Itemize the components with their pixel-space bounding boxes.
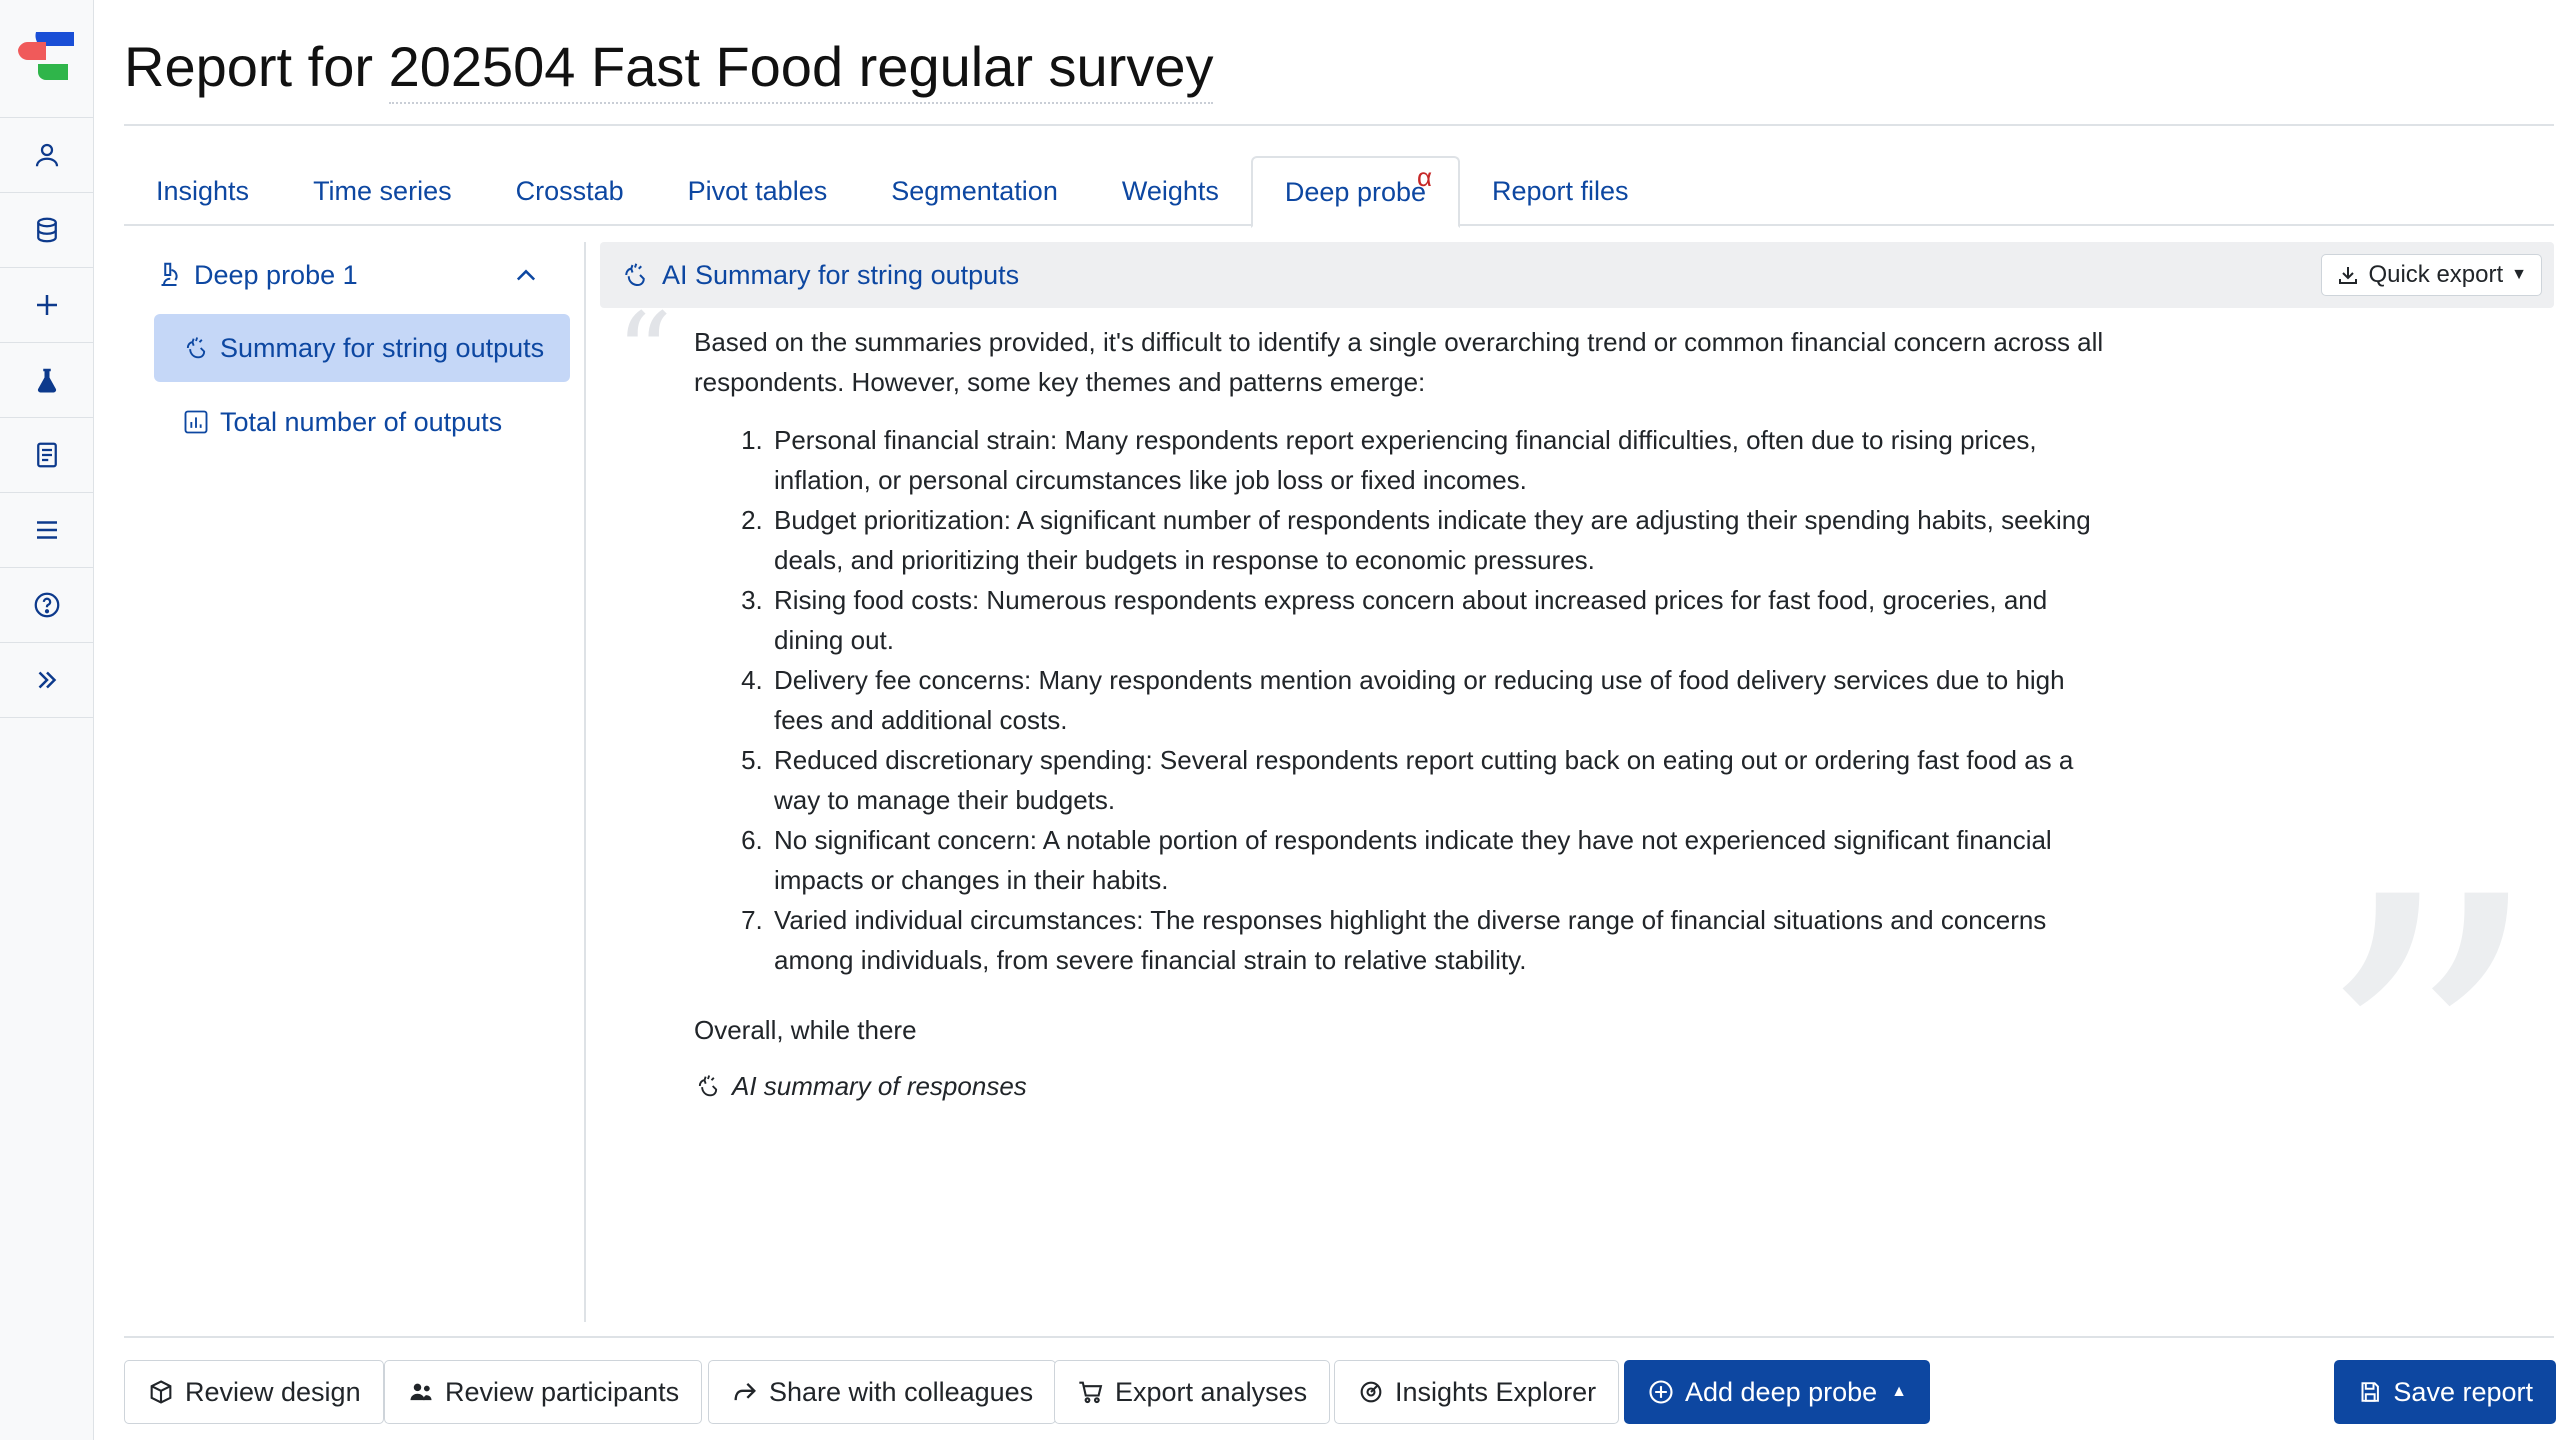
tab-time-series[interactable]: Time series <box>281 156 484 226</box>
tree-item-total-outputs[interactable]: Total number of outputs <box>154 388 570 456</box>
share-arrow-icon <box>734 1383 756 1401</box>
menu-icon <box>36 521 57 539</box>
expand-icon <box>38 671 56 689</box>
tab-bar: Insights Time series Crosstab Pivot tabl… <box>124 156 2554 228</box>
rail-profile[interactable] <box>0 118 93 193</box>
tab-weights[interactable]: Weights <box>1090 156 1251 226</box>
book-icon <box>36 442 57 468</box>
list-item: Personal financial strain: Many responde… <box>770 420 2114 500</box>
summary-signature: AI summary of responses <box>694 1066 2114 1106</box>
list-item: Reduced discretionary spending: Several … <box>770 740 2114 820</box>
caret-up-icon: ▲ <box>1891 1383 1908 1400</box>
review-design-button[interactable]: Review design <box>124 1360 384 1424</box>
save-report-button[interactable]: Save report <box>2334 1360 2556 1424</box>
tab-pivot-tables[interactable]: Pivot tables <box>656 156 860 226</box>
rail-data[interactable] <box>0 193 93 268</box>
rail-expand[interactable] <box>0 643 93 718</box>
deep-probe-tree: Deep probe 1 Summary for string outputs … <box>124 242 586 1322</box>
tab-deep-probe[interactable]: Deep probe α <box>1250 156 1460 228</box>
flask-icon <box>37 368 56 393</box>
rail-menu[interactable] <box>0 493 93 568</box>
title-prefix: Report for <box>124 35 373 98</box>
card-title: AI Summary for string outputs <box>662 259 1020 290</box>
box-icon <box>150 1380 172 1404</box>
tab-report-files[interactable]: Report files <box>1460 156 1661 226</box>
ai-hand-icon <box>625 263 645 287</box>
list-item: Varied individual circumstances: The res… <box>770 900 2114 980</box>
left-rail <box>0 0 94 1440</box>
summary-points: Personal financial strain: Many responde… <box>694 420 2114 980</box>
review-participants-button[interactable]: Review participants <box>384 1360 703 1424</box>
footer-divider <box>124 1336 2554 1338</box>
survey-name[interactable]: 202504 Fast Food regular survey <box>388 35 1214 104</box>
help-icon <box>34 592 59 618</box>
rail-docs[interactable] <box>0 418 93 493</box>
ai-hand-icon <box>186 337 206 359</box>
list-item: No significant concern: A notable portio… <box>770 820 2114 900</box>
bar-chart-icon <box>184 410 208 434</box>
summary-overall: Overall, while there <box>694 1015 917 1045</box>
summary-intro: Based on the summaries provided, it's di… <box>694 327 2104 397</box>
tab-crosstab[interactable]: Crosstab <box>484 156 656 226</box>
logo-icon <box>18 32 74 80</box>
tree-item-summary[interactable]: Summary for string outputs <box>154 314 570 382</box>
database-icon <box>36 217 57 243</box>
list-item: Delivery fee concerns: Many respondents … <box>770 660 2114 740</box>
close-quote-decoration: ” <box>2310 802 2546 1337</box>
save-icon <box>2361 1382 2379 1402</box>
people-icon <box>410 1383 432 1401</box>
rail-lab[interactable] <box>0 343 93 418</box>
page-title: Report for 202504 Fast Food regular surv… <box>124 34 1214 104</box>
chevron-up-icon[interactable] <box>512 262 540 290</box>
rail-add[interactable] <box>0 268 93 343</box>
quick-export-button[interactable]: Quick export ▼ <box>2321 254 2542 296</box>
title-divider <box>124 124 2554 126</box>
caret-down-icon: ▼ <box>2511 266 2527 283</box>
rail-help[interactable] <box>0 568 93 643</box>
share-with-colleagues-button[interactable]: Share with colleagues <box>708 1360 1057 1424</box>
microscope-icon <box>161 262 178 286</box>
open-quote-decoration: “ <box>616 289 673 417</box>
alpha-badge: α <box>1416 162 1432 192</box>
tab-segmentation[interactable]: Segmentation <box>859 156 1090 226</box>
user-icon <box>35 143 58 167</box>
summary-card-header: AI Summary for string outputs Quick expo… <box>600 242 2554 308</box>
add-deep-probe-button[interactable]: Add deep probe ▲ <box>1624 1360 1931 1424</box>
list-item: Rising food costs: Numerous respondents … <box>770 580 2114 660</box>
insights-explorer-button[interactable]: Insights Explorer <box>1334 1360 1620 1424</box>
tab-insights[interactable]: Insights <box>124 156 281 226</box>
radar-icon <box>1360 1381 1382 1403</box>
plus-circle-icon <box>1649 1380 1673 1404</box>
app-logo[interactable] <box>0 0 93 118</box>
cart-icon <box>1079 1381 1103 1404</box>
download-icon <box>2339 267 2358 284</box>
export-analyses-button[interactable]: Export analyses <box>1054 1360 1331 1424</box>
ai-summary-text: Based on the summaries provided, it's di… <box>694 322 2114 1106</box>
tree-group-deep-probe-1[interactable]: Deep probe 1 <box>124 242 584 308</box>
ai-hand-icon <box>698 1075 718 1097</box>
list-item: Budget prioritization: A significant num… <box>770 500 2114 580</box>
plus-icon <box>36 295 57 315</box>
